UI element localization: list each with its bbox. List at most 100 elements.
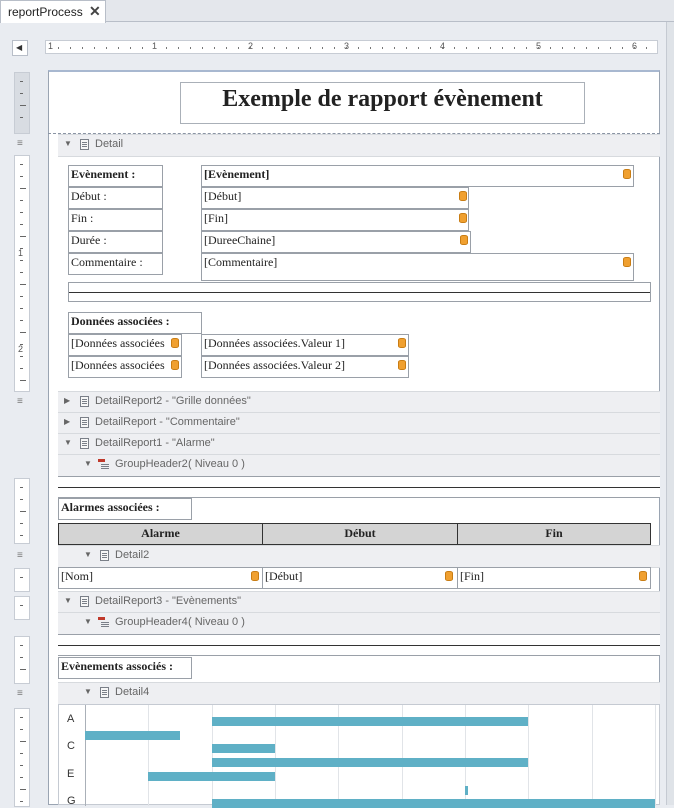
band-resize-handle[interactable]: ≡ <box>17 138 23 149</box>
ruler-corner-button[interactable]: ◀ <box>12 40 28 56</box>
band-detailreport-commentaire[interactable]: ▶ DetailReport - "Commentaire" <box>58 412 660 435</box>
alarme-column-header[interactable]: Alarme <box>58 523 263 545</box>
ruler-tick <box>82 47 83 49</box>
commentaire-value[interactable]: [Commentaire] <box>201 253 634 281</box>
duree-label[interactable]: Durée : <box>68 231 163 253</box>
database-icon <box>460 235 468 245</box>
close-icon[interactable]: ✕ <box>89 3 101 20</box>
expand-arrow-icon[interactable]: ▶ <box>64 417 70 426</box>
horizontal-ruler: 1 1 2 3 4 5 6 <box>45 40 658 54</box>
vertical-scrollbar[interactable] <box>666 22 674 805</box>
fin-label[interactable]: Fin : <box>68 209 163 231</box>
database-icon <box>623 257 631 267</box>
separator-box[interactable] <box>58 476 660 498</box>
ruler-number: 5 <box>536 41 542 51</box>
collapse-arrow-icon[interactable]: ▼ <box>84 550 92 559</box>
band-resize-handle[interactable]: ≡ <box>17 688 23 699</box>
gantt-bar[interactable] <box>465 785 469 795</box>
ruler-number: 4 <box>440 41 446 51</box>
ruler-number: 1 <box>48 41 54 51</box>
collapse-arrow-icon[interactable]: ▼ <box>64 596 72 605</box>
gantt-bar[interactable] <box>211 758 529 768</box>
tab-title: reportProcess <box>8 5 83 19</box>
band-detailreport2[interactable]: ▶ DetailReport2 - "Grille données" <box>58 391 660 414</box>
ruler-tick <box>20 176 23 177</box>
ruler-tick <box>20 777 23 778</box>
band-icon <box>80 417 89 428</box>
fin-column-header[interactable]: Fin <box>457 523 651 545</box>
collapse-arrow-icon[interactable]: ▼ <box>84 687 92 696</box>
ruler-tick <box>526 47 527 49</box>
band-label: Detail4 <box>115 686 150 698</box>
vertical-ruler-segment <box>14 596 30 620</box>
ruler-tick <box>166 47 167 49</box>
band-groupheader2[interactable]: ▼ GroupHeader2 ( Niveau 0 ) <box>58 454 660 477</box>
band-resize-handle[interactable]: ≡ <box>17 550 23 561</box>
debut-value[interactable]: [Début] <box>201 187 469 209</box>
donnees-title[interactable]: Données associées : <box>68 312 202 334</box>
ruler-tick <box>442 47 443 49</box>
alarmes-title[interactable]: Alarmes associées : <box>58 498 192 520</box>
donnees-value-2[interactable]: [Données associées.Valeur 2] <box>201 356 409 378</box>
donnees-value-1[interactable]: [Données associées.Valeur 1] <box>201 334 409 356</box>
fin-value[interactable]: [Fin] <box>201 209 469 231</box>
evenements-title[interactable]: Evènements associés : <box>58 657 192 679</box>
gantt-bar[interactable] <box>211 744 275 754</box>
separator-box[interactable] <box>58 634 660 656</box>
band-detail4[interactable]: ▼ Detail4 <box>58 682 660 705</box>
collapse-arrow-icon[interactable]: ▼ <box>64 438 72 447</box>
alarme-fin-cell[interactable]: [Fin] <box>457 567 651 589</box>
band-detail[interactable]: ▼ Detail <box>58 134 660 157</box>
collapse-arrow-icon[interactable]: ▼ <box>64 139 72 148</box>
ruler-tick <box>454 47 455 49</box>
band-detailreport1[interactable]: ▼ DetailReport1 - "Alarme" <box>58 433 660 456</box>
ruler-tick <box>20 188 26 189</box>
tab-reportprocess[interactable]: reportProcess ✕ <box>0 0 106 23</box>
alarme-debut-cell[interactable]: [Début] <box>262 567 458 589</box>
collapse-arrow-icon[interactable]: ▼ <box>84 617 92 626</box>
gantt-bar[interactable] <box>85 730 180 740</box>
band-detail2[interactable]: ▼ Detail2 <box>58 545 660 568</box>
band-level: ( Niveau 0 ) <box>188 616 245 628</box>
database-icon <box>459 191 467 201</box>
ruler-tick <box>20 81 23 82</box>
commentaire-label[interactable]: Commentaire : <box>68 253 163 275</box>
duree-value[interactable]: [DureeChaine] <box>201 231 471 253</box>
gantt-chart[interactable]: A C E G <box>58 704 660 808</box>
donnees-name-1[interactable]: [Données associées <box>68 334 182 356</box>
band-resize-handle[interactable]: ≡ <box>17 396 23 407</box>
chart-plot-area <box>85 705 656 808</box>
band-groupheader4[interactable]: ▼ GroupHeader4 ( Niveau 0 ) <box>58 612 660 635</box>
database-icon <box>445 571 453 581</box>
ruler-number: 3 <box>344 41 350 51</box>
ruler-number: 6 <box>632 41 638 51</box>
band-detailreport3[interactable]: ▼ DetailReport3 - "Evènements" <box>58 591 660 614</box>
gantt-bar[interactable] <box>211 717 529 726</box>
vertical-ruler-segment <box>14 478 30 544</box>
collapse-arrow-icon[interactable]: ▼ <box>84 459 92 468</box>
band-icon <box>100 550 109 561</box>
ruler-tick <box>20 296 23 297</box>
database-icon <box>398 360 406 370</box>
gantt-bar[interactable] <box>148 771 275 781</box>
ruler-tick <box>562 47 563 49</box>
band-label: Detail <box>95 138 124 150</box>
separator-box[interactable] <box>68 282 651 302</box>
vertical-ruler-segment <box>14 72 30 134</box>
alarme-nom-cell[interactable]: [Nom] <box>58 567 263 589</box>
separator-line <box>69 292 650 293</box>
ruler-tick <box>178 47 179 49</box>
expand-arrow-icon[interactable]: ▶ <box>64 396 70 405</box>
ruler-tick <box>20 224 23 225</box>
ruler-tick <box>250 47 251 49</box>
debut-column-header[interactable]: Début <box>262 523 458 545</box>
report-title[interactable]: Exemple de rapport évènement <box>180 82 585 124</box>
chart-gridline <box>591 705 593 806</box>
donnees-name-2[interactable]: [Données associées <box>68 356 182 378</box>
debut-label[interactable]: Début : <box>68 187 163 209</box>
vertical-ruler-segment <box>14 708 30 807</box>
gantt-bar[interactable] <box>211 799 655 808</box>
band-icon <box>80 438 89 449</box>
evenement-label[interactable]: Evènement : <box>68 165 163 187</box>
evenement-value[interactable]: [Evènement] <box>201 165 634 187</box>
